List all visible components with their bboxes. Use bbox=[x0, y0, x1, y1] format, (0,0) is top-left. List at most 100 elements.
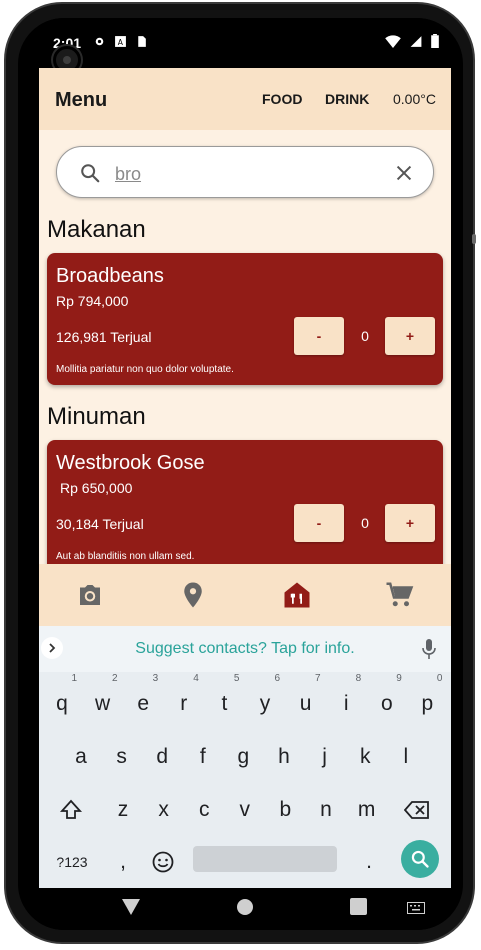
key-y[interactable]: y6 bbox=[247, 673, 283, 726]
key-u[interactable]: u7 bbox=[288, 673, 324, 726]
space-key[interactable] bbox=[193, 846, 337, 872]
increase-quantity-button[interactable]: + bbox=[385, 504, 435, 542]
key-w[interactable]: w2 bbox=[85, 673, 121, 726]
key-label: q bbox=[56, 692, 68, 715]
key-a[interactable]: a bbox=[63, 735, 99, 779]
item-description: Aut ab blanditiis non ullam sed. bbox=[56, 551, 195, 562]
increase-quantity-button[interactable]: + bbox=[385, 317, 435, 355]
key-hint: 7 bbox=[315, 673, 321, 684]
phone-frame: 2:01 A Menu FOOD DRINK 0.00°C bro Makana… bbox=[4, 2, 476, 944]
key-i[interactable]: i8 bbox=[328, 673, 364, 726]
key-label: y bbox=[259, 692, 271, 715]
location-pin-icon[interactable] bbox=[178, 580, 208, 610]
key-hint: 3 bbox=[152, 673, 159, 684]
menu-content[interactable]: Makanan Broadbeans Rp 794,000 126,981 Te… bbox=[39, 130, 451, 564]
section-title-minuman: Minuman bbox=[47, 403, 146, 430]
key-n[interactable]: n bbox=[308, 788, 344, 832]
back-icon[interactable] bbox=[121, 898, 141, 916]
menu-item-card[interactable]: Westbrook Gose Rp 650,000 30,184 Terjual… bbox=[47, 440, 443, 564]
phone-screen-bezel: 2:01 A Menu FOOD DRINK 0.00°C bro Makana… bbox=[18, 18, 463, 930]
item-name: Broadbeans bbox=[56, 265, 164, 287]
key-g[interactable]: g bbox=[225, 735, 261, 779]
system-navigation-bar bbox=[39, 888, 451, 930]
key-hint: 6 bbox=[274, 673, 280, 684]
shopping-cart-icon[interactable] bbox=[384, 580, 414, 610]
page-title: Menu bbox=[55, 89, 108, 111]
suggestion-strip[interactable]: Suggest contacts? Tap for info. bbox=[39, 626, 451, 672]
search-icon bbox=[81, 164, 100, 183]
search-bar[interactable] bbox=[56, 146, 434, 198]
menu-item-card[interactable]: Broadbeans Rp 794,000 126,981 Terjual - … bbox=[47, 253, 443, 385]
key-p[interactable]: p0 bbox=[409, 673, 445, 726]
key-c[interactable]: c bbox=[186, 788, 222, 832]
microphone-icon[interactable] bbox=[421, 638, 437, 660]
item-name: Westbrook Gose bbox=[56, 452, 205, 474]
key-hint: 9 bbox=[396, 673, 402, 684]
key-hint: 8 bbox=[355, 673, 362, 684]
key-f[interactable]: f bbox=[185, 735, 221, 779]
key-v[interactable]: v bbox=[227, 788, 263, 832]
signal-icon bbox=[410, 35, 422, 47]
key-t[interactable]: t5 bbox=[206, 673, 242, 726]
bottom-navigation bbox=[39, 564, 451, 626]
key-hint: 1 bbox=[71, 673, 77, 684]
key-l[interactable]: l bbox=[388, 735, 424, 779]
key-m[interactable]: m bbox=[349, 788, 385, 832]
period-key[interactable]: . bbox=[351, 840, 387, 884]
item-description: Mollitia pariatur non quo dolor voluptat… bbox=[56, 364, 234, 375]
key-label: r bbox=[180, 692, 188, 715]
power-button bbox=[472, 234, 476, 244]
clear-icon[interactable] bbox=[393, 162, 415, 184]
drink-tab-button[interactable]: DRINK bbox=[325, 91, 369, 107]
screen: 2:01 A Menu FOOD DRINK 0.00°C bro Makana… bbox=[39, 18, 451, 930]
home-icon[interactable] bbox=[236, 898, 254, 916]
item-price: Rp 794,000 bbox=[56, 293, 129, 309]
suggestion-text[interactable]: Suggest contacts? Tap for info. bbox=[39, 640, 451, 658]
key-r[interactable]: r4 bbox=[166, 673, 202, 726]
key-z[interactable]: z bbox=[105, 788, 141, 832]
key-e[interactable]: e3 bbox=[125, 673, 161, 726]
key-d[interactable]: d bbox=[144, 735, 180, 779]
status-bar: 2:01 A bbox=[39, 18, 451, 74]
search-submit-key[interactable] bbox=[401, 840, 439, 878]
key-label: i bbox=[343, 692, 349, 715]
shift-key[interactable] bbox=[53, 788, 89, 832]
key-h[interactable]: h bbox=[266, 735, 302, 779]
key-k[interactable]: k bbox=[347, 735, 383, 779]
search-input[interactable] bbox=[115, 161, 385, 187]
key-hint: 4 bbox=[193, 673, 199, 684]
settings-icon bbox=[95, 37, 104, 46]
search-icon bbox=[411, 850, 429, 868]
key-x[interactable]: x bbox=[146, 788, 182, 832]
comma-key[interactable]: , bbox=[105, 840, 141, 884]
keyboard-switch-icon[interactable] bbox=[407, 902, 425, 914]
key-label: u bbox=[299, 692, 312, 715]
shift-icon bbox=[59, 799, 83, 819]
emoji-key[interactable] bbox=[145, 840, 181, 884]
key-b[interactable]: b bbox=[267, 788, 303, 832]
symbols-key[interactable]: ?123 bbox=[51, 840, 93, 884]
decrease-quantity-button[interactable]: - bbox=[294, 504, 344, 542]
camera-icon[interactable] bbox=[75, 580, 105, 610]
emoji-icon bbox=[152, 851, 174, 873]
key-q[interactable]: q1 bbox=[44, 673, 80, 726]
backspace-icon bbox=[403, 801, 429, 819]
key-s[interactable]: s bbox=[104, 735, 140, 779]
svg-text:A: A bbox=[118, 38, 124, 47]
key-label: t bbox=[221, 692, 228, 715]
backspace-key[interactable] bbox=[399, 788, 435, 832]
restaurant-icon[interactable] bbox=[282, 580, 312, 610]
recents-icon[interactable] bbox=[350, 898, 367, 915]
item-quantity: 0 bbox=[361, 515, 369, 531]
sd-card-icon bbox=[138, 36, 146, 47]
decrease-quantity-button[interactable]: - bbox=[294, 317, 344, 355]
section-title-makanan: Makanan bbox=[47, 216, 146, 243]
key-o[interactable]: o9 bbox=[369, 673, 405, 726]
key-hint: 0 bbox=[436, 673, 443, 684]
item-price: Rp 650,000 bbox=[60, 480, 133, 496]
key-j[interactable]: j bbox=[307, 735, 343, 779]
food-tab-button[interactable]: FOOD bbox=[262, 91, 302, 107]
item-quantity: 0 bbox=[361, 328, 369, 344]
key-hint: 2 bbox=[112, 673, 118, 684]
key-label: o bbox=[380, 692, 393, 715]
